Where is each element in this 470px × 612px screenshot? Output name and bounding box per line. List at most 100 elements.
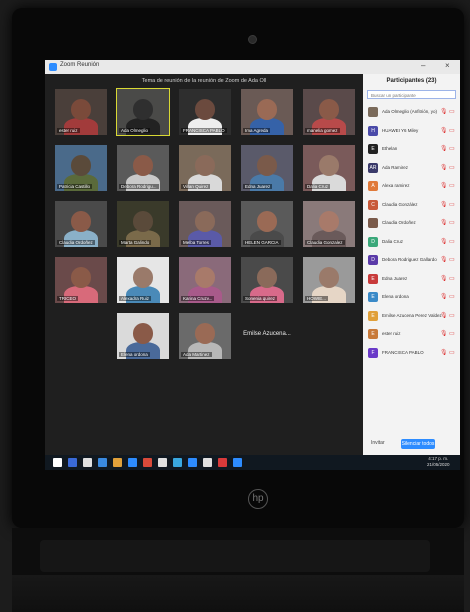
participant-name: Alexa ramirez xyxy=(382,183,410,188)
participant-avatar xyxy=(368,218,378,228)
participant-face xyxy=(318,267,340,289)
video-tile[interactable]: Ada Olmeglio xyxy=(116,88,170,136)
participant-search-input[interactable]: Buscar un participante xyxy=(367,90,456,99)
video-tile[interactable]: Elena ordona xyxy=(117,313,169,359)
taskbar-app-icon[interactable] xyxy=(128,458,137,467)
participant-name: ester ruiz xyxy=(382,331,401,336)
mic-muted-icon: 🎙 xyxy=(440,220,448,226)
video-tile[interactable]: HELEN GARCIA xyxy=(241,201,293,247)
meeting-topic: Tema de reunión de la reunión de Zoom de… xyxy=(141,78,267,84)
video-tile[interactable]: Dalia Cruz xyxy=(303,145,355,191)
participant-face xyxy=(194,211,216,233)
participant-avatar: A xyxy=(368,181,378,191)
tile-name-label: Villan Quirez xyxy=(181,184,211,189)
video-tile[interactable]: Villan Quirez xyxy=(179,145,231,191)
minimize-button[interactable]: – xyxy=(421,61,425,70)
windows-start-icon[interactable] xyxy=(53,458,62,467)
participant-face xyxy=(132,155,154,177)
panel-footer: Invitar Silenciar todos xyxy=(363,439,460,451)
participant-face xyxy=(256,211,278,233)
camera-off-icon: ▭ xyxy=(449,294,455,300)
taskbar-app-icon[interactable] xyxy=(68,458,77,467)
window-title: Zoom Reunión xyxy=(60,62,100,68)
invite-button[interactable]: Invitar xyxy=(371,440,385,446)
participant-row[interactable]: E Emilse Azucena Perez Valdez 🎙 ▭ xyxy=(365,308,458,324)
video-tile[interactable]: Marta Galindo xyxy=(117,201,169,247)
participant-name: Dalia Cruz xyxy=(382,238,404,244)
video-tile[interactable]: Sonenia quirez xyxy=(241,257,293,303)
participant-avatar: E xyxy=(368,292,378,302)
camera-off-icon: ▭ xyxy=(449,201,455,208)
video-tile[interactable]: manelia gomez xyxy=(303,89,355,135)
mic-muted-icon: 🎙 xyxy=(440,294,448,300)
camera-off-icon: ▭ xyxy=(449,238,455,245)
taskbar-app-icon[interactable] xyxy=(173,458,182,467)
laptop-hinge xyxy=(40,540,430,572)
participant-row[interactable]: E Elena ordona 🎙 ▭ xyxy=(365,289,458,305)
video-tile[interactable]: FRANCISCA PABLO xyxy=(179,89,231,135)
video-tile[interactable]: ester ruiz xyxy=(55,89,107,135)
taskbar-app-icon[interactable] xyxy=(233,458,242,467)
participant-face xyxy=(318,99,340,121)
participant-row[interactable]: Claudia Ordoñez 🎙 ▭ xyxy=(365,215,458,231)
video-tile[interactable]: Ima Agreda xyxy=(241,89,293,135)
tile-name-label: Marta Galindo xyxy=(119,240,152,245)
participant-name: FRANCISCA PABLO xyxy=(382,349,424,355)
participant-row[interactable]: D Debora Rodriguez Gallardo 🎙 ▭ xyxy=(365,252,458,268)
participant-face xyxy=(194,267,216,289)
taskbar-clock[interactable]: 4:17 p. m. 21/05/2020 xyxy=(427,456,450,468)
tile-name-label: Ima Agreda xyxy=(243,128,271,133)
participant-face xyxy=(318,211,340,233)
video-tile[interactable]: Debora Rodrigu... xyxy=(117,145,169,191)
video-tile[interactable]: Melba Torres xyxy=(179,201,231,247)
participant-avatar: AR xyxy=(368,162,378,173)
clock-date: 21/05/2020 xyxy=(427,462,450,467)
video-tile[interactable]: Claudia Ordoñez xyxy=(55,201,107,247)
taskbar-app-icon[interactable] xyxy=(113,458,122,467)
close-button[interactable]: × xyxy=(445,61,450,70)
tile-name-label: Claudia Ordoñez xyxy=(57,240,95,245)
video-tile[interactable]: TRICEO xyxy=(55,257,107,303)
participant-row[interactable]: Ada Olmeglio (Anfitrión, yo) 🎙 ▭ xyxy=(365,104,458,120)
taskbar-app-icon[interactable] xyxy=(218,458,227,467)
participant-face xyxy=(318,155,340,177)
video-tile[interactable]: Ada Martinez xyxy=(179,313,231,359)
participant-name: Edna Juarez xyxy=(382,275,408,281)
participant-row[interactable]: A Alexa ramirez 🎙 ▭ xyxy=(365,178,458,194)
participant-row[interactable]: AR Ada Ramirez 🎙 ▭ xyxy=(365,160,458,176)
mute-all-button[interactable]: Silenciar todos xyxy=(401,439,435,449)
video-tile[interactable]: Emilse Azucena... xyxy=(241,313,293,359)
participant-name: Elena ordona xyxy=(382,294,409,299)
tile-name-label: Melba Torres xyxy=(181,240,211,245)
tile-name-label: Ada Olmeglio xyxy=(119,128,151,133)
desk-reflection xyxy=(12,575,464,612)
video-tile[interactable]: HOWIE... xyxy=(303,257,355,303)
participant-face xyxy=(70,267,92,289)
participant-face xyxy=(132,211,154,233)
mic-muted-icon: 🎙 xyxy=(440,146,448,152)
hp-logo: hp xyxy=(248,489,268,509)
participant-row[interactable]: Eester ruiz 🎙 ▭ xyxy=(365,326,458,342)
participant-row[interactable]: E Edna Juarez 🎙 ▭ xyxy=(365,271,458,287)
taskbar-app-icon[interactable] xyxy=(98,458,107,467)
participant-avatar: E xyxy=(368,273,378,284)
video-tile[interactable]: Edna Juarez xyxy=(241,145,293,191)
taskbar-app-icon[interactable] xyxy=(158,458,167,467)
tile-name-label: ester ruiz xyxy=(57,128,80,133)
participant-row[interactable]: C Claudia González 🎙 ▭ xyxy=(365,197,458,213)
taskbar-app-icon[interactable] xyxy=(203,458,212,467)
participant-row[interactable]: D Dalia Cruz 🎙 ▭ xyxy=(365,234,458,250)
video-tile[interactable]: Alexadra Ruiz xyxy=(117,257,169,303)
participant-row[interactable]: H HUAWEI Y6 Miley 🎙 ▭ xyxy=(365,123,458,139)
taskbar-app-icon[interactable] xyxy=(83,458,92,467)
webcam xyxy=(248,35,257,44)
video-tile[interactable]: Claudia Gonzalez xyxy=(303,201,355,247)
participant-row[interactable]: E Ethelan 🎙 ▭ xyxy=(365,141,458,157)
laptop-screen: Zoom Reunión – × Tema de reunión de la r… xyxy=(45,60,460,470)
tile-name-label: TRICEO xyxy=(57,296,79,301)
video-tile[interactable]: Patricia Castillo xyxy=(55,145,107,191)
video-tile[interactable]: Karina Cruzv... xyxy=(179,257,231,303)
taskbar-app-icon[interactable] xyxy=(143,458,152,467)
taskbar-app-icon[interactable] xyxy=(188,458,197,467)
participant-row[interactable]: F FRANCISCA PABLO 🎙 ▭ xyxy=(365,345,458,361)
